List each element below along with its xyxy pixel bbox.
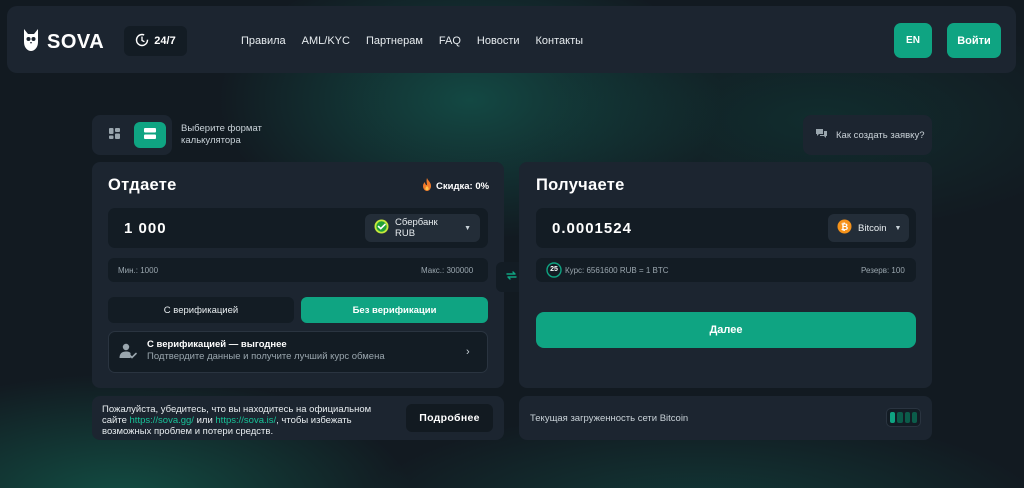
chevron-right-icon: › <box>466 346 470 358</box>
network-load-meter <box>886 408 921 427</box>
more-info-button[interactable]: Подробнее <box>406 404 493 432</box>
give-amount-value[interactable]: 1 000 <box>124 220 167 237</box>
network-load-label: Текущая загруженность сети Bitcoin <box>530 413 689 424</box>
receive-amount-value[interactable]: 0.0001524 <box>552 220 632 237</box>
nav-item-news[interactable]: Новости <box>477 35 520 47</box>
give-currency-label: Сбербанк RUB <box>395 217 438 239</box>
rate-label: Курс: 6561600 RUB = 1 BTC <box>565 266 669 275</box>
sberbank-logo-icon <box>374 219 389 237</box>
give-currency-select[interactable]: Сбербанк RUB ▼ <box>365 214 480 242</box>
official-link-sova-gg[interactable]: https://sova.gg/ <box>130 415 194 426</box>
fire-icon <box>422 178 432 194</box>
howto-label: Как создать заявку? <box>836 129 925 141</box>
rate-timer-value: 25 <box>550 266 558 273</box>
rows-layout-icon <box>144 126 156 144</box>
nav-item-contacts[interactable]: Контакты <box>536 35 584 47</box>
main-nav: Правила AML/KYC Партнерам FAQ Новости Ко… <box>241 35 583 47</box>
official-site-notice-text: Пожалуйста, убедитесь, что вы находитесь… <box>102 404 392 437</box>
tab-without-verification[interactable]: Без верификации <box>301 297 488 323</box>
support-label: 24/7 <box>154 35 176 47</box>
discount-badge: Скидка: 0% <box>422 178 489 194</box>
nav-item-aml-kyc[interactable]: AML/KYC <box>302 35 350 47</box>
max-amount-label: Макс.: 300000 <box>421 266 474 275</box>
svg-text:₿: ₿ <box>841 222 848 233</box>
login-button[interactable]: Войти <box>947 23 1001 58</box>
notice-text-or: или <box>193 415 216 426</box>
give-title: Отдаете <box>108 176 177 194</box>
nav-item-rules[interactable]: Правила <box>241 35 286 47</box>
load-bar <box>890 412 896 423</box>
bitcoin-icon: ₿ <box>837 219 852 237</box>
verification-title: С верификацией — выгоднее <box>147 339 287 350</box>
next-button[interactable]: Далее <box>536 312 916 348</box>
chat-bubbles-icon <box>815 128 828 143</box>
owl-logo-icon <box>22 28 40 57</box>
format-hint-text: Выберите формат калькулятора <box>181 123 262 146</box>
receive-currency-select[interactable]: ₿ Bitcoin ▼ <box>828 214 909 242</box>
logo-text: SOVA <box>47 31 105 53</box>
how-to-create-order-button[interactable]: Как создать заявку? <box>803 115 932 155</box>
chevron-down-icon: ▼ <box>464 224 471 232</box>
load-bar <box>904 412 910 423</box>
load-bar <box>897 412 903 423</box>
official-link-sova-is[interactable]: https://sova.is/ <box>215 415 276 426</box>
support-24-7-badge[interactable]: 24/7 <box>124 26 187 56</box>
swap-arrows-icon <box>506 271 517 283</box>
user-check-icon <box>119 343 137 364</box>
nav-item-partners[interactable]: Партнерам <box>366 35 423 47</box>
nav-item-faq[interactable]: FAQ <box>439 35 461 47</box>
discount-label: Скидка: 0% <box>436 180 490 192</box>
receive-currency-label: Bitcoin <box>858 222 887 234</box>
language-button[interactable]: EN <box>894 23 932 58</box>
reserve-label: Резерв: 100 <box>861 266 905 275</box>
chevron-down-icon: ▼ <box>894 224 902 232</box>
grid-format-button[interactable] <box>101 122 127 148</box>
load-bar <box>911 412 917 423</box>
grid-layout-icon <box>108 126 120 144</box>
receive-title: Получаете <box>536 176 625 194</box>
tab-with-verification[interactable]: С верификацией <box>108 297 294 323</box>
list-format-button[interactable] <box>134 122 166 148</box>
min-amount-label: Мин.: 1000 <box>118 266 159 275</box>
verification-subtitle: Подтвердите данные и получите лучший кур… <box>147 351 385 362</box>
history-clock-icon <box>135 33 149 50</box>
logo[interactable]: SOVA <box>22 28 104 57</box>
